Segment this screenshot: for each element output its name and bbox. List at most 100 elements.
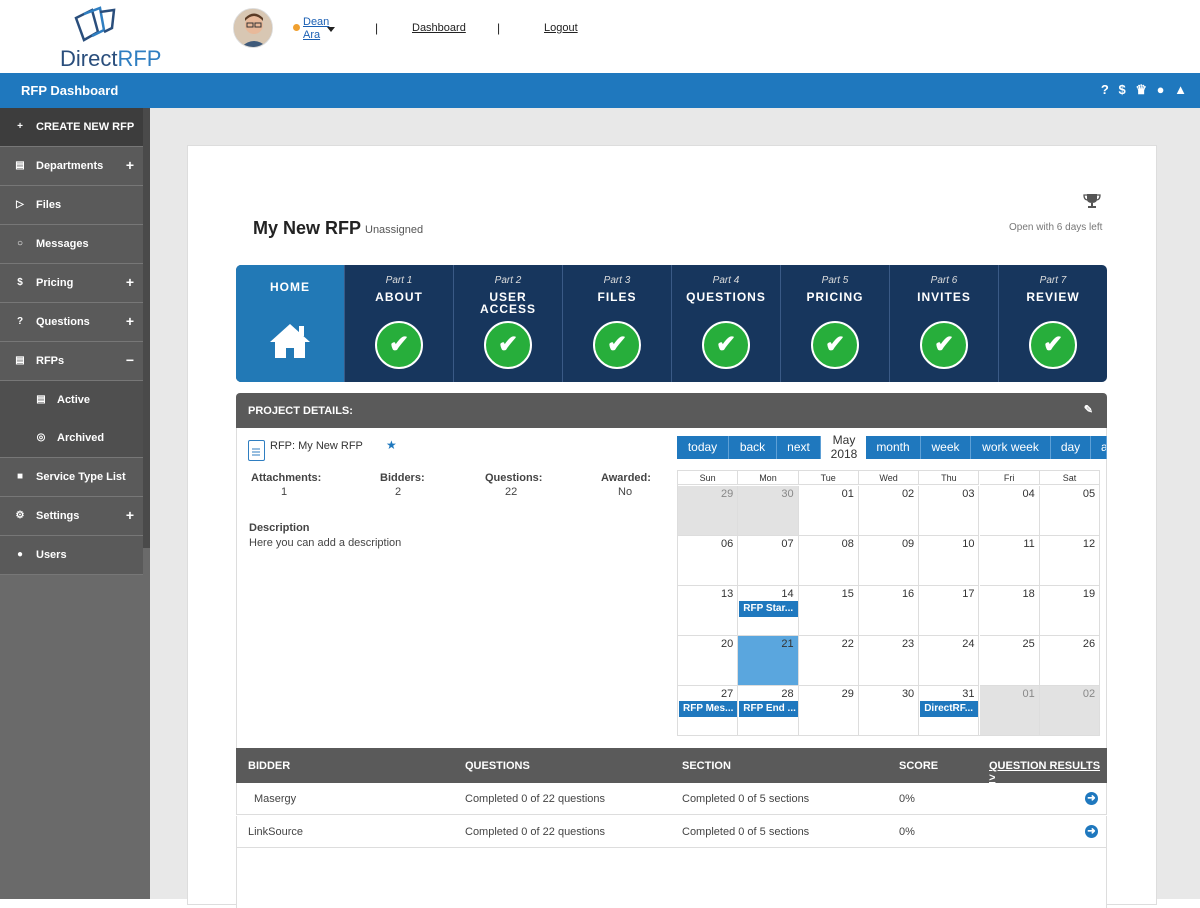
expand-icon[interactable]: + [126, 507, 134, 523]
step-home[interactable]: HOME [236, 265, 345, 382]
logout-link[interactable]: Logout [544, 22, 578, 34]
sidebar-item-service-type-list[interactable]: ■ Service Type List [0, 458, 143, 497]
arrow-right-icon[interactable]: ➜ [1085, 792, 1098, 805]
cal-event[interactable]: RFP End ... [739, 701, 798, 717]
sidebar-item-pricing[interactable]: $ Pricing + [0, 264, 143, 303]
directrfp-logo[interactable]: DirectRFP [60, 6, 170, 71]
cal-date-cell[interactable]: 05 [1039, 486, 1101, 536]
cal-date-cell[interactable]: 02 [1039, 686, 1101, 736]
bell-icon[interactable]: ▲ [1174, 82, 1190, 97]
arrow-right-icon[interactable]: ➜ [1085, 825, 1098, 838]
sidebar-item-create-new-rfp[interactable]: + CREATE NEW RFP [0, 108, 143, 147]
step-name: USER ACCESS [479, 290, 536, 316]
cal-date-cell[interactable]: 17 [919, 586, 980, 636]
star-icon[interactable]: ★ [386, 438, 397, 452]
sidebar-item-rfps[interactable]: ▤ RFPs − [0, 342, 143, 381]
expand-icon[interactable]: + [126, 157, 134, 173]
sidebar-scrollbar[interactable] [143, 108, 150, 548]
open-status: Open with 6 days left [1009, 222, 1103, 233]
cal-date-cell[interactable]: 24 [919, 636, 980, 686]
dashboard-link[interactable]: Dashboard [412, 22, 466, 34]
step-user-access[interactable]: Part 2 USER ACCESS ✔ [454, 265, 563, 382]
cal-day-view-button[interactable]: day [1051, 436, 1091, 459]
sidebar-item-active[interactable]: ▤ Active [0, 381, 143, 420]
cal-date-cell[interactable]: 30 [738, 486, 799, 536]
step-invites[interactable]: Part 6 INVITES ✔ [890, 265, 999, 382]
step-review[interactable]: Part 7 REVIEW ✔ [999, 265, 1107, 382]
cal-next-button[interactable]: next [777, 436, 821, 459]
step-pricing[interactable]: Part 5 PRICING ✔ [781, 265, 890, 382]
cal-today-button[interactable]: today [677, 436, 729, 459]
cal-date-cell[interactable]: 02 [858, 486, 920, 536]
cal-date-cell[interactable]: 21 [738, 636, 799, 686]
table-row[interactable]: LinkSource Completed 0 of 22 questions C… [236, 816, 1107, 848]
document-icon: ▤ [36, 394, 46, 405]
cal-date-cell[interactable]: 01 [979, 686, 1040, 736]
cal-date-cell[interactable]: 22 [798, 636, 859, 686]
cal-date-cell[interactable]: 26 [1039, 636, 1101, 686]
user-avatar[interactable] [233, 8, 273, 48]
cal-date-cell[interactable]: 10 [919, 536, 980, 586]
description-text[interactable]: Here you can add a description [249, 537, 401, 549]
table-row[interactable]: Masergy Completed 0 of 22 questions Comp… [236, 783, 1107, 815]
cal-date-cell[interactable]: 04 [979, 486, 1040, 536]
step-files[interactable]: Part 3 FILES ✔ [563, 265, 672, 382]
sidebar-item-messages[interactable]: ○ Messages [0, 225, 143, 264]
sidebar-item-label: RFPs [36, 355, 65, 367]
chat-icon[interactable]: ● [1157, 82, 1168, 97]
cal-back-button[interactable]: back [729, 436, 777, 459]
bidder-name: LinkSource [248, 826, 304, 838]
user-menu[interactable]: Dean Ara [303, 16, 329, 42]
cal-workweek-view-button[interactable]: work week [971, 436, 1051, 459]
cal-date-cell[interactable]: 09 [858, 536, 920, 586]
dollar-icon[interactable]: $ [1119, 82, 1129, 97]
step-part: Part 1 [385, 275, 413, 286]
cal-date-cell[interactable]: 20 [678, 636, 739, 686]
expand-icon[interactable]: + [126, 274, 134, 290]
cal-event[interactable]: RFP Star... [739, 601, 798, 617]
sidebar-item-settings[interactable]: ⚙ Settings + [0, 497, 143, 536]
cal-date-cell[interactable]: 06 [678, 536, 739, 586]
cal-event[interactable]: RFP Mes... [679, 701, 738, 717]
cal-agenda-view-button[interactable]: a [1091, 436, 1107, 459]
sidebar-item-questions[interactable]: ? Questions + [0, 303, 143, 342]
step-part: Part 5 [821, 275, 849, 286]
caret-down-icon[interactable] [327, 27, 335, 32]
collapse-icon[interactable]: − [126, 352, 134, 368]
trophy-icon[interactable] [1083, 192, 1101, 215]
cal-date-cell[interactable]: 25 [979, 636, 1040, 686]
check-icon: ✔ [920, 321, 968, 369]
step-about[interactable]: Part 1 ABOUT ✔ [345, 265, 454, 382]
cal-date-cell[interactable]: 19 [1039, 586, 1101, 636]
cal-date-cell[interactable]: 13 [678, 586, 739, 636]
sidebar-item-departments[interactable]: ▤ Departments + [0, 147, 143, 186]
cal-date-cell[interactable]: 23 [858, 636, 920, 686]
cal-event[interactable]: DirectRF... [920, 701, 979, 717]
cal-date-cell[interactable]: 01 [798, 486, 859, 536]
question-icon[interactable]: ? [1101, 82, 1112, 97]
cal-month-view-button[interactable]: month [866, 436, 921, 459]
cal-date-cell[interactable]: 03 [919, 486, 980, 536]
cal-date-cell[interactable]: 07 [738, 536, 799, 586]
sidebar-item-files[interactable]: ▷ Files [0, 186, 143, 225]
cal-date-cell[interactable]: 30 [858, 686, 920, 736]
section-progress: Completed 0 of 5 sections [682, 826, 810, 838]
sidebar-item-users[interactable]: ● Users [0, 536, 143, 575]
cal-date-cell[interactable]: 11 [979, 536, 1040, 586]
cal-date-cell[interactable]: 12 [1039, 536, 1101, 586]
expand-icon[interactable]: + [126, 313, 134, 329]
cal-date-cell[interactable]: 18 [979, 586, 1040, 636]
trophy-icon[interactable]: ♛ [1135, 82, 1150, 97]
user-last-name: Ara [303, 29, 321, 41]
cal-week-view-button[interactable]: week [921, 436, 971, 459]
cal-date-cell[interactable]: 29 [678, 486, 739, 536]
cal-date-cell[interactable]: 29 [798, 686, 859, 736]
cal-date-cell[interactable]: 08 [798, 536, 859, 586]
sidebar-item-archived[interactable]: ◎ Archived [0, 419, 143, 458]
cal-date-cell[interactable]: 15 [798, 586, 859, 636]
rfp-title: My New RFP [253, 218, 362, 238]
question-results-link[interactable]: QUESTION RESULTS > [989, 760, 1107, 784]
edit-icon[interactable]: ✎ [1084, 403, 1093, 416]
step-questions[interactable]: Part 4 QUESTIONS ✔ [672, 265, 781, 382]
cal-date-cell[interactable]: 16 [858, 586, 920, 636]
